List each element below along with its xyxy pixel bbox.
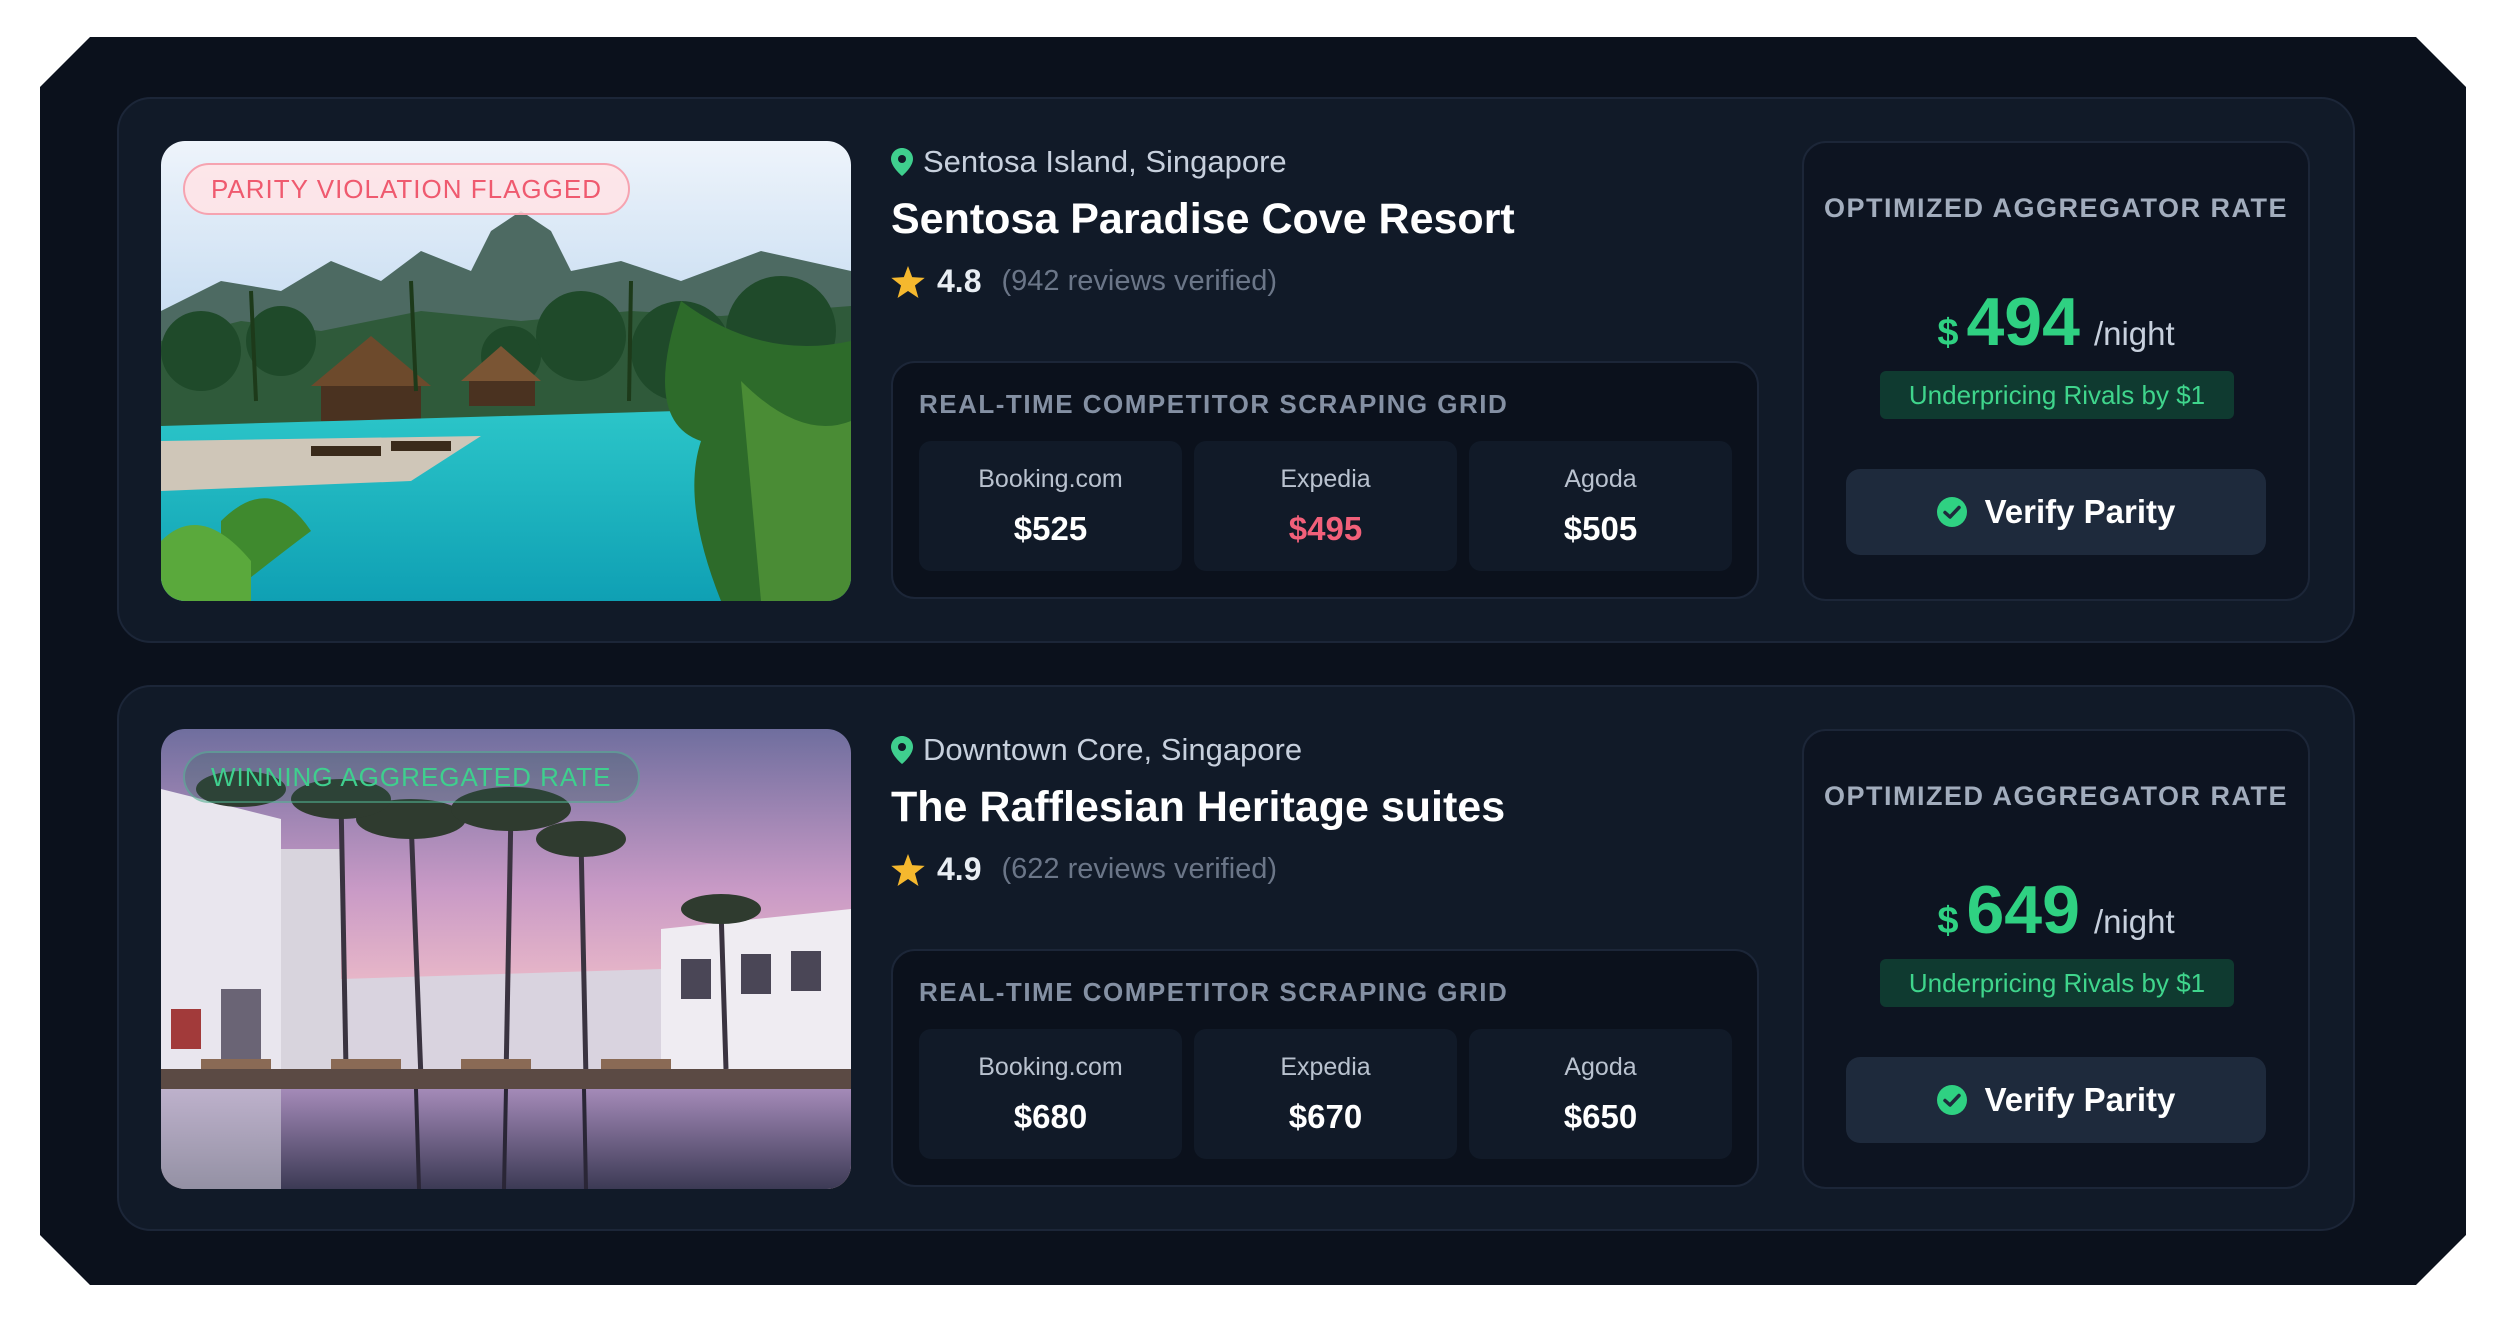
- competitor-cell-expedia[interactable]: Expedia $495: [1194, 441, 1457, 571]
- rate-amount: 649: [1966, 872, 2080, 948]
- competitor-price: $505: [1563, 509, 1638, 547]
- competitor-grid-title: REAL-TIME COMPETITOR SCRAPING GRID: [919, 977, 1509, 1007]
- rate-per-night: /night: [2093, 903, 2175, 940]
- rate-label: OPTIMIZED AGGREGATOR RATE: [1823, 781, 2288, 811]
- underpricing-badge: Underpricing Rivals by $1: [1880, 371, 2234, 419]
- rating-score: 4.8: [937, 263, 982, 299]
- verify-parity-button[interactable]: Verify Parity: [1846, 469, 2266, 555]
- competitor-source: Expedia: [1280, 464, 1371, 493]
- hotel-photo: WINNING AGGREGATED RATE: [161, 729, 851, 1189]
- competitor-grid: REAL-TIME COMPETITOR SCRAPING GRID Booki…: [891, 361, 1759, 599]
- verify-parity-button[interactable]: Verify Parity: [1846, 1057, 2266, 1143]
- competitor-source: Expedia: [1280, 1052, 1371, 1081]
- check-circle-icon: [1937, 1085, 1967, 1115]
- competitor-grid: REAL-TIME COMPETITOR SCRAPING GRID Booki…: [891, 949, 1759, 1187]
- hotel-location: Sentosa Island, Singapore: [891, 144, 1287, 180]
- location-pin-icon: [891, 148, 913, 176]
- competitor-price: $670: [1288, 1097, 1363, 1135]
- star-icon: [891, 854, 925, 886]
- competitor-source: Agoda: [1564, 1052, 1637, 1081]
- competitor-cell-expedia[interactable]: Expedia $670: [1194, 1029, 1457, 1159]
- aggregator-rate-panel: OPTIMIZED AGGREGATOR RATE $ 494 /night U…: [1802, 141, 2310, 601]
- competitor-source: Agoda: [1564, 464, 1637, 493]
- hotel-name[interactable]: Sentosa Paradise Cove Resort: [891, 195, 1515, 244]
- app-frame: PARITY VIOLATION FLAGGED Sentosa Island,…: [40, 37, 2466, 1285]
- aggregator-rate-panel: OPTIMIZED AGGREGATOR RATE $ 649 /night U…: [1802, 729, 2310, 1189]
- rate-per-night: /night: [2093, 315, 2175, 352]
- competitor-grid-title: REAL-TIME COMPETITOR SCRAPING GRID: [919, 389, 1509, 419]
- hotel-card: PARITY VIOLATION FLAGGED Sentosa Island,…: [117, 97, 2355, 643]
- review-count: (942 reviews verified): [1001, 265, 1278, 297]
- review-count: (622 reviews verified): [1001, 853, 1278, 885]
- rate-value: $ 649 /night: [1804, 871, 2308, 949]
- verify-parity-label: Verify Parity: [1984, 493, 2176, 530]
- rate-currency: $: [1937, 900, 1959, 942]
- location-text: Sentosa Island, Singapore: [923, 144, 1287, 179]
- hotel-rating: 4.9 (622 reviews verified): [891, 851, 1277, 888]
- hotel-rating: 4.8 (942 reviews verified): [891, 263, 1277, 300]
- competitor-price: $650: [1563, 1097, 1638, 1135]
- rate-value: $ 494 /night: [1804, 283, 2308, 361]
- competitor-cell-agoda[interactable]: Agoda $650: [1469, 1029, 1732, 1159]
- hotel-name[interactable]: The Rafflesian Heritage suites: [891, 783, 1505, 832]
- rate-amount: 494: [1966, 284, 2080, 360]
- parity-violation-badge: PARITY VIOLATION FLAGGED: [183, 163, 630, 215]
- location-pin-icon: [891, 736, 913, 764]
- hotel-location: Downtown Core, Singapore: [891, 732, 1302, 768]
- competitor-price: $680: [1013, 1097, 1088, 1135]
- hotel-card: WINNING AGGREGATED RATE Downtown Core, S…: [117, 685, 2355, 1231]
- competitor-cell-booking[interactable]: Booking.com $525: [919, 441, 1182, 571]
- competitor-price: $495: [1288, 509, 1363, 547]
- check-circle-icon: [1937, 497, 1967, 527]
- underpricing-badge: Underpricing Rivals by $1: [1880, 959, 2234, 1007]
- hotel-photo: PARITY VIOLATION FLAGGED: [161, 141, 851, 601]
- location-text: Downtown Core, Singapore: [923, 732, 1303, 767]
- rating-score: 4.9: [937, 851, 982, 887]
- winning-rate-badge: WINNING AGGREGATED RATE: [183, 751, 640, 803]
- competitor-cell-booking[interactable]: Booking.com $680: [919, 1029, 1182, 1159]
- rate-currency: $: [1937, 312, 1959, 354]
- rate-label: OPTIMIZED AGGREGATOR RATE: [1823, 193, 2288, 223]
- verify-parity-label: Verify Parity: [1984, 1081, 2176, 1118]
- competitor-source: Booking.com: [978, 1052, 1123, 1081]
- star-icon: [891, 266, 925, 298]
- competitor-source: Booking.com: [978, 464, 1123, 493]
- competitor-cell-agoda[interactable]: Agoda $505: [1469, 441, 1732, 571]
- competitor-price: $525: [1013, 509, 1088, 547]
